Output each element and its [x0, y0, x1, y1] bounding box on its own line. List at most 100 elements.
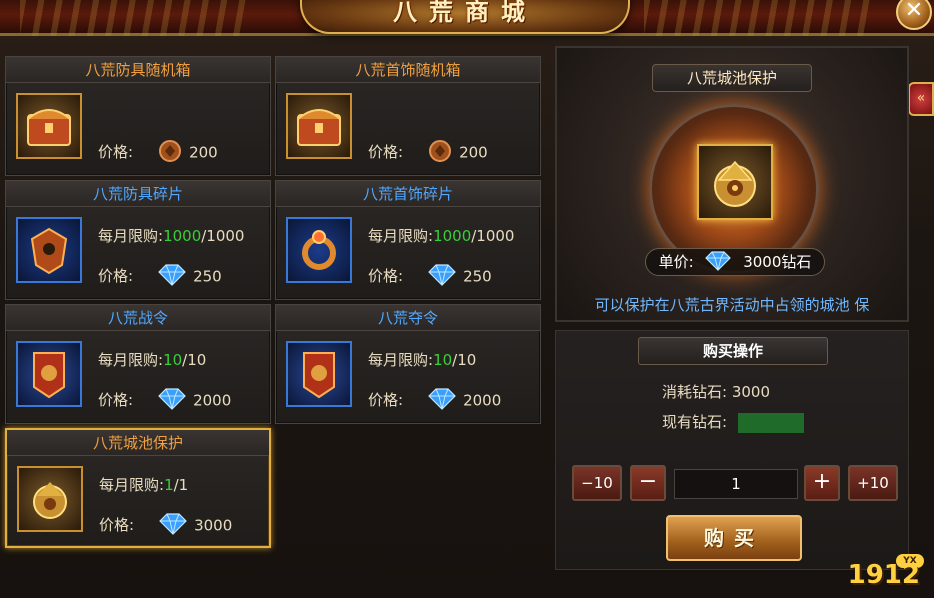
product-card[interactable]: 八荒战令每月限购:10/10 价格: 2000 [5, 304, 271, 424]
price-label: 价格: [99, 516, 135, 534]
armor-shard-icon [16, 217, 82, 283]
price-row: 价格: 200 [368, 139, 488, 164]
price-row: 价格: 200 [98, 139, 218, 164]
city-protect-icon [17, 466, 83, 532]
unit-price: 单价: 3000钻石 [645, 248, 825, 276]
purchase-panel: 购买操作 消耗钻石: 3000 现有钻石: −10 − + +10 购买 [555, 330, 909, 570]
side-tab-icon: « [916, 90, 926, 106]
monthly-limit: 每月限购:1000/1000 [368, 225, 514, 246]
diamond-icon [158, 387, 186, 410]
shop-window: 八荒商城 ✕ « 八荒防具随机箱 价格: 200 八荒首饰随机箱 价格: 200 八荒防具碎… [0, 0, 934, 598]
header-ornament-right [644, 0, 874, 36]
side-tab[interactable]: « [908, 82, 934, 116]
product-card[interactable]: 八荒夺令每月限购:10/10 价格: 2000 [275, 304, 541, 424]
diamond-icon [705, 251, 732, 271]
product-title: 八荒城池保护 [7, 430, 269, 456]
owned-value-redacted [737, 412, 804, 433]
product-card[interactable]: 八荒防具碎片每月限购:1000/1000 价格: 250 [5, 180, 271, 300]
armor-box-icon [16, 93, 82, 159]
seize-token-icon [286, 341, 352, 407]
price-label: 价格: [98, 267, 134, 285]
detail-title: 八荒城池保护 [652, 64, 812, 92]
limit-label: 每月限购: [99, 476, 165, 494]
owned-row: 现有钻石: [662, 411, 804, 433]
price-value: 250 [463, 267, 492, 286]
price-value: 2000 [463, 391, 502, 410]
cost-value: 3000 [731, 383, 771, 401]
monthly-limit: 每月限购:10/10 [98, 349, 206, 370]
jewelry-shard-icon [286, 217, 352, 283]
limit-max: /1 [173, 476, 189, 494]
quantity-input[interactable] [674, 469, 798, 499]
limit-label: 每月限购: [368, 227, 434, 245]
price-label: 价格: [98, 391, 134, 409]
owned-label: 现有钻石: [662, 413, 728, 431]
minus-ten-button[interactable]: −10 [572, 465, 622, 501]
limit-current: 1000 [433, 227, 472, 245]
limit-label: 每月限购: [98, 351, 164, 369]
limit-max: /10 [182, 351, 207, 369]
window-title: 八荒商城 [393, 0, 537, 26]
price-label: 价格: [368, 143, 404, 161]
price-row: 价格: 3000 [99, 512, 233, 535]
diamond-icon [159, 512, 187, 535]
minus-button[interactable]: − [630, 465, 666, 501]
price-row: 价格: 2000 [98, 387, 232, 410]
limit-current: 10 [163, 351, 183, 369]
price-label: 价格: [368, 267, 404, 285]
product-title: 八荒首饰碎片 [276, 181, 540, 207]
plus-button[interactable]: + [804, 465, 840, 501]
cost-row: 消耗钻石: 3000 [662, 381, 770, 402]
diamond-icon [428, 387, 456, 410]
limit-label: 每月限购: [98, 227, 164, 245]
jewelry-box-icon [286, 93, 352, 159]
price-value: 250 [193, 267, 222, 286]
diamond-icon [158, 263, 186, 286]
buy-button[interactable]: 购买 [666, 515, 802, 561]
watermark-logo: 1912 [847, 560, 920, 590]
copper-coin-icon [429, 139, 452, 162]
product-card[interactable]: 八荒首饰随机箱价格: 200 [275, 56, 541, 176]
limit-max: /1000 [201, 227, 245, 245]
monthly-limit: 每月限购:10/10 [368, 349, 476, 370]
limit-max: /10 [452, 351, 477, 369]
city-protect-icon [697, 144, 773, 220]
cost-label: 消耗钻石: [662, 383, 728, 401]
product-title: 八荒防具碎片 [6, 181, 270, 207]
unit-price-value: 3000钻石 [743, 253, 812, 271]
product-grid: 八荒防具随机箱 价格: 200 八荒首饰随机箱 价格: 200 八荒防具碎片 每月限购:100… [5, 56, 543, 552]
product-title: 八荒首饰随机箱 [276, 57, 540, 83]
plus-ten-button[interactable]: +10 [848, 465, 898, 501]
purchase-section-title: 购买操作 [638, 337, 828, 365]
limit-current: 1000 [163, 227, 202, 245]
product-card[interactable]: 八荒城池保护每月限购:1/1 价格: 3000 [5, 428, 271, 548]
limit-label: 每月限购: [368, 351, 434, 369]
limit-current: 10 [433, 351, 453, 369]
unit-price-label: 单价: [658, 253, 694, 271]
product-card[interactable]: 八荒首饰碎片每月限购:1000/1000 价格: 250 [275, 180, 541, 300]
monthly-limit: 每月限购:1/1 [99, 474, 188, 495]
price-row: 价格: 250 [98, 263, 222, 286]
price-label: 价格: [368, 391, 404, 409]
limit-max: /1000 [471, 227, 515, 245]
product-card[interactable]: 八荒防具随机箱价格: 200 [5, 56, 271, 176]
price-label: 价格: [98, 143, 134, 161]
header-ornament-left [20, 0, 250, 36]
price-value: 2000 [193, 391, 232, 410]
copper-coin-icon [159, 139, 182, 162]
price-value: 200 [459, 143, 488, 162]
product-title: 八荒夺令 [276, 305, 540, 331]
price-value: 3000 [194, 516, 233, 535]
monthly-limit: 每月限购:1000/1000 [98, 225, 244, 246]
limit-current: 1 [164, 476, 174, 494]
war-token-icon [16, 341, 82, 407]
product-title: 八荒战令 [6, 305, 270, 331]
detail-description: 可以保护在八荒古界活动中占领的城池 保 [594, 296, 870, 314]
diamond-icon [428, 263, 456, 286]
price-row: 价格: 2000 [368, 387, 502, 410]
price-row: 价格: 250 [368, 263, 492, 286]
product-title: 八荒防具随机箱 [6, 57, 270, 83]
detail-panel: 八荒城池保护 单价: 3000钻石 可以保护在八荒古界活动中占领的城池 保 [555, 46, 909, 322]
price-value: 200 [189, 143, 218, 162]
title-plate: 八荒商城 [300, 0, 630, 34]
